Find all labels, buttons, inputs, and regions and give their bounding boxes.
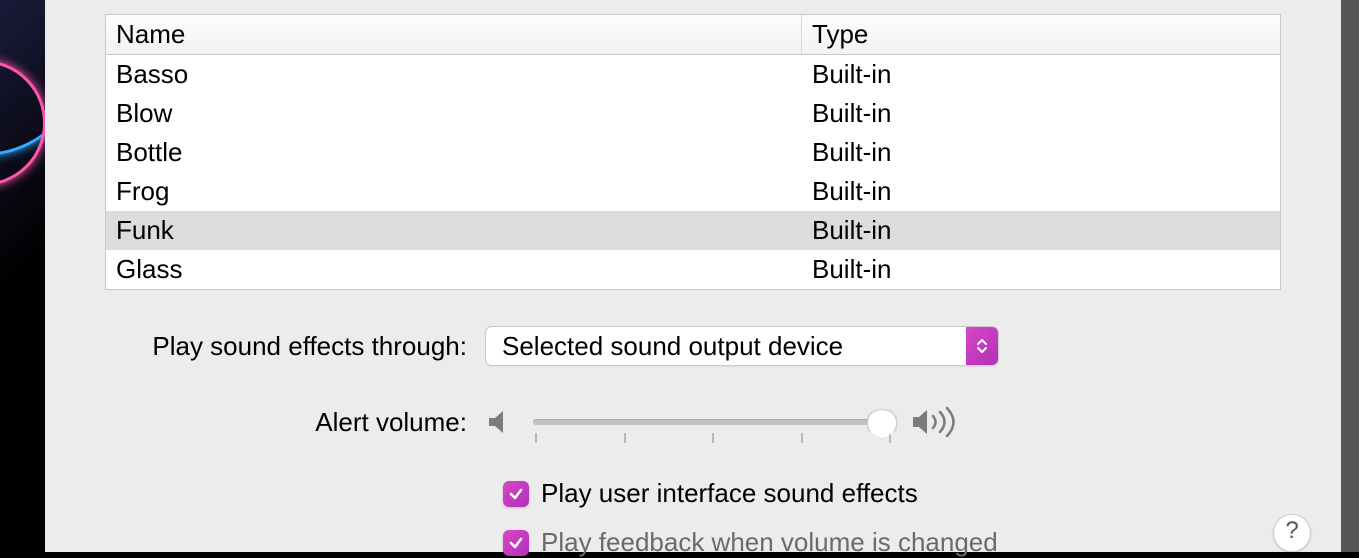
alert-volume-slider[interactable] xyxy=(533,419,893,425)
output-device-dropdown[interactable]: Selected sound output device xyxy=(485,326,999,366)
table-row[interactable]: FunkBuilt-in xyxy=(106,211,1280,250)
sound-type-cell: Built-in xyxy=(802,59,1280,90)
sound-name-cell: Basso xyxy=(106,59,802,90)
updown-chevrons-icon xyxy=(966,327,998,365)
sound-name-cell: Blow xyxy=(106,98,802,129)
alert-volume-label: Alert volume: xyxy=(105,407,485,438)
table-row[interactable]: BlowBuilt-in xyxy=(106,94,1280,133)
volume-feedback-checkbox-row[interactable]: Play feedback when volume is changed xyxy=(503,527,1281,558)
sound-name-cell: Funk xyxy=(106,215,802,246)
output-device-label: Play sound effects through: xyxy=(105,331,485,362)
sound-name-cell: Bottle xyxy=(106,137,802,168)
sound-name-cell: Glass xyxy=(106,254,802,285)
question-mark-icon: ? xyxy=(1285,517,1298,545)
table-row[interactable]: GlassBuilt-in xyxy=(106,250,1280,289)
alert-volume-row: Alert volume: xyxy=(105,404,1281,440)
sound-name-cell: Frog xyxy=(106,176,802,207)
volume-high-icon xyxy=(911,404,967,440)
output-device-row: Play sound effects through: Selected sou… xyxy=(105,326,1281,366)
alert-sounds-table: Name Type BassoBuilt-inBlowBuilt-inBottl… xyxy=(105,14,1281,290)
alert-volume-control xyxy=(485,404,967,440)
form-area: Play sound effects through: Selected sou… xyxy=(105,326,1281,558)
checkbox-checked-icon xyxy=(503,481,529,507)
volume-feedback-label: Play feedback when volume is changed xyxy=(541,527,998,558)
column-header-type[interactable]: Type xyxy=(802,15,1280,54)
sound-type-cell: Built-in xyxy=(802,176,1280,207)
ui-sounds-label: Play user interface sound effects xyxy=(541,478,918,509)
sound-type-cell: Built-in xyxy=(802,98,1280,129)
sound-preferences-panel: Name Type BassoBuilt-inBlowBuilt-inBottl… xyxy=(45,0,1341,552)
sound-type-cell: Built-in xyxy=(802,215,1280,246)
table-header: Name Type xyxy=(106,15,1280,55)
column-header-name[interactable]: Name xyxy=(106,15,802,54)
volume-low-icon xyxy=(485,407,515,437)
help-button[interactable]: ? xyxy=(1273,514,1311,552)
ui-sounds-checkbox-row[interactable]: Play user interface sound effects xyxy=(503,478,1281,509)
desktop-background-left xyxy=(0,0,45,552)
table-row[interactable]: BottleBuilt-in xyxy=(106,133,1280,172)
desktop-background-right xyxy=(1341,0,1359,552)
table-row[interactable]: FrogBuilt-in xyxy=(106,172,1280,211)
sound-type-cell: Built-in xyxy=(802,137,1280,168)
output-device-value: Selected sound output device xyxy=(502,331,843,362)
sound-type-cell: Built-in xyxy=(802,254,1280,285)
table-body: BassoBuilt-inBlowBuilt-inBottleBuilt-inF… xyxy=(106,55,1280,289)
table-row[interactable]: BassoBuilt-in xyxy=(106,55,1280,94)
